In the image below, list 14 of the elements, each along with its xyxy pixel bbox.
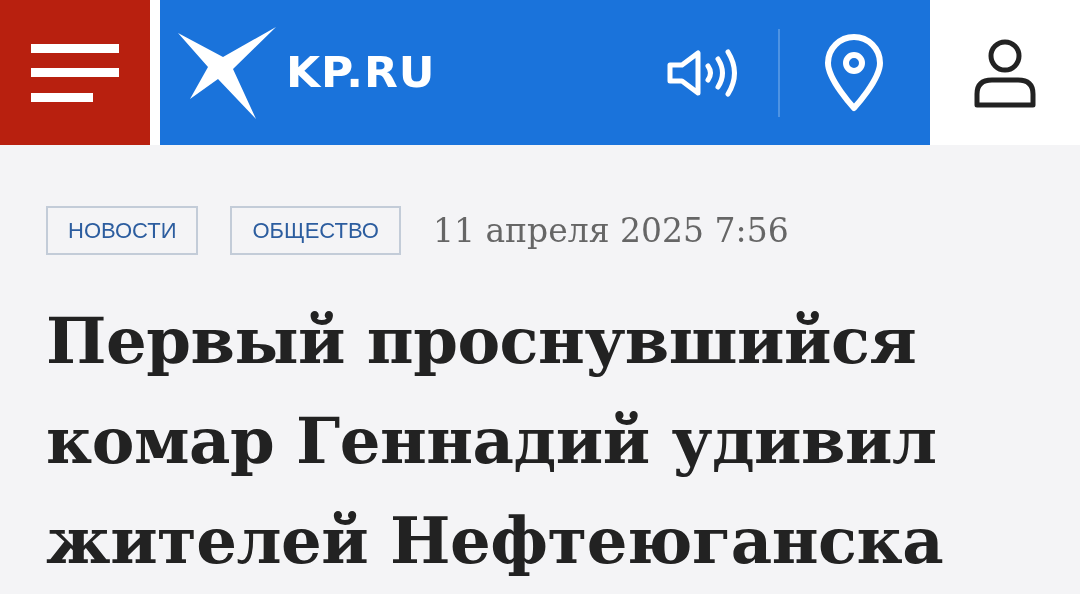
article-headline: Первый проснувшийся комар Геннадий удивил жителей Нефтеюганска: [46, 302, 945, 580]
logo-text: KP.RU: [286, 48, 436, 97]
sound-button[interactable]: [666, 47, 740, 98]
category-tag[interactable]: ОБЩЕСТВО: [230, 206, 401, 255]
menu-button[interactable]: [0, 0, 150, 145]
menu-icon: [31, 43, 119, 102]
speaker-icon: [666, 47, 740, 98]
profile-button[interactable]: [974, 37, 1036, 108]
logo[interactable]: KP.RU: [178, 26, 436, 119]
category-tag[interactable]: НОВОСТИ: [46, 206, 199, 255]
location-pin-icon: [824, 33, 884, 112]
user-icon: [974, 37, 1036, 108]
publish-date: 11 апреля 2025 7:56: [432, 211, 789, 250]
location-button[interactable]: [824, 33, 884, 112]
